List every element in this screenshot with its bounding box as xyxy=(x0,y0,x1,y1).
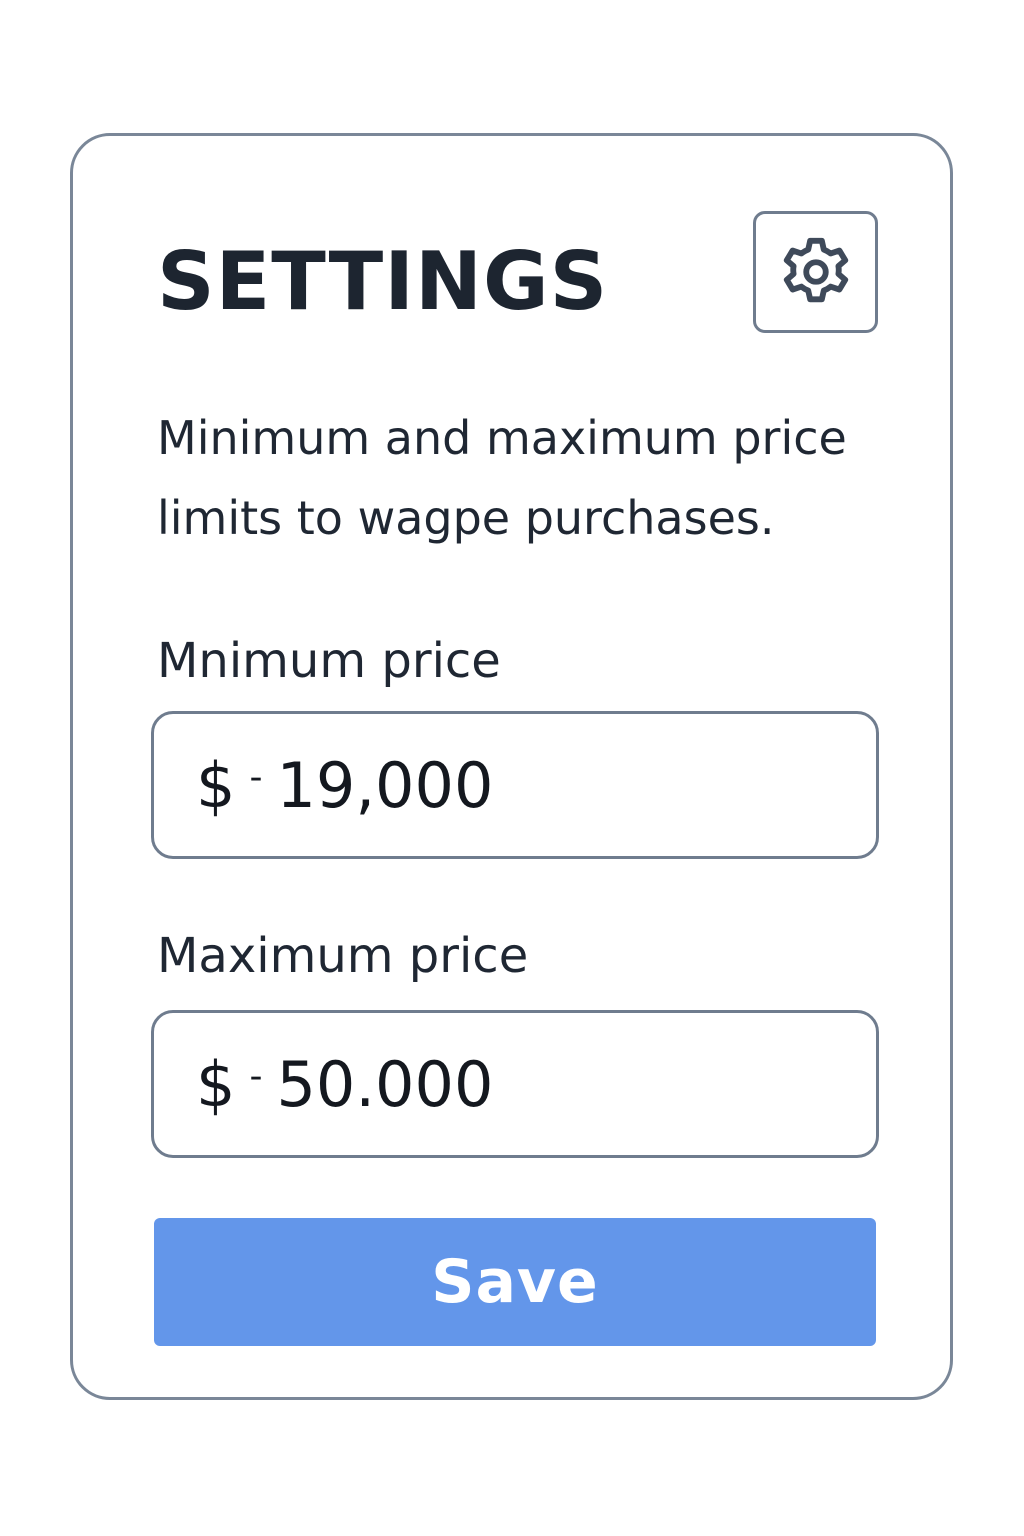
max-price-value: 50.000 xyxy=(276,1047,494,1121)
max-price-currency: $ xyxy=(196,1047,236,1121)
min-price-input[interactable]: $ - 19,000 xyxy=(151,711,879,859)
gear-icon xyxy=(783,237,848,303)
min-price-value: 19,000 xyxy=(276,748,494,822)
max-price-label: Maximum price xyxy=(157,928,529,984)
settings-card: SETTINGS Minimum and maximum price limit… xyxy=(70,133,953,1400)
save-button[interactable]: Save xyxy=(154,1218,876,1346)
settings-gear-button[interactable] xyxy=(753,211,878,333)
max-price-input[interactable]: $ - 50.000 xyxy=(151,1010,879,1158)
min-price-currency: $ xyxy=(196,748,236,822)
min-price-label: Mnimum price xyxy=(157,633,501,689)
min-price-dash: - xyxy=(249,756,263,798)
page-title: SETTINGS xyxy=(157,235,609,328)
max-price-dash: - xyxy=(249,1055,263,1097)
settings-description: Minimum and maximum price limits to wagp… xyxy=(157,411,847,545)
